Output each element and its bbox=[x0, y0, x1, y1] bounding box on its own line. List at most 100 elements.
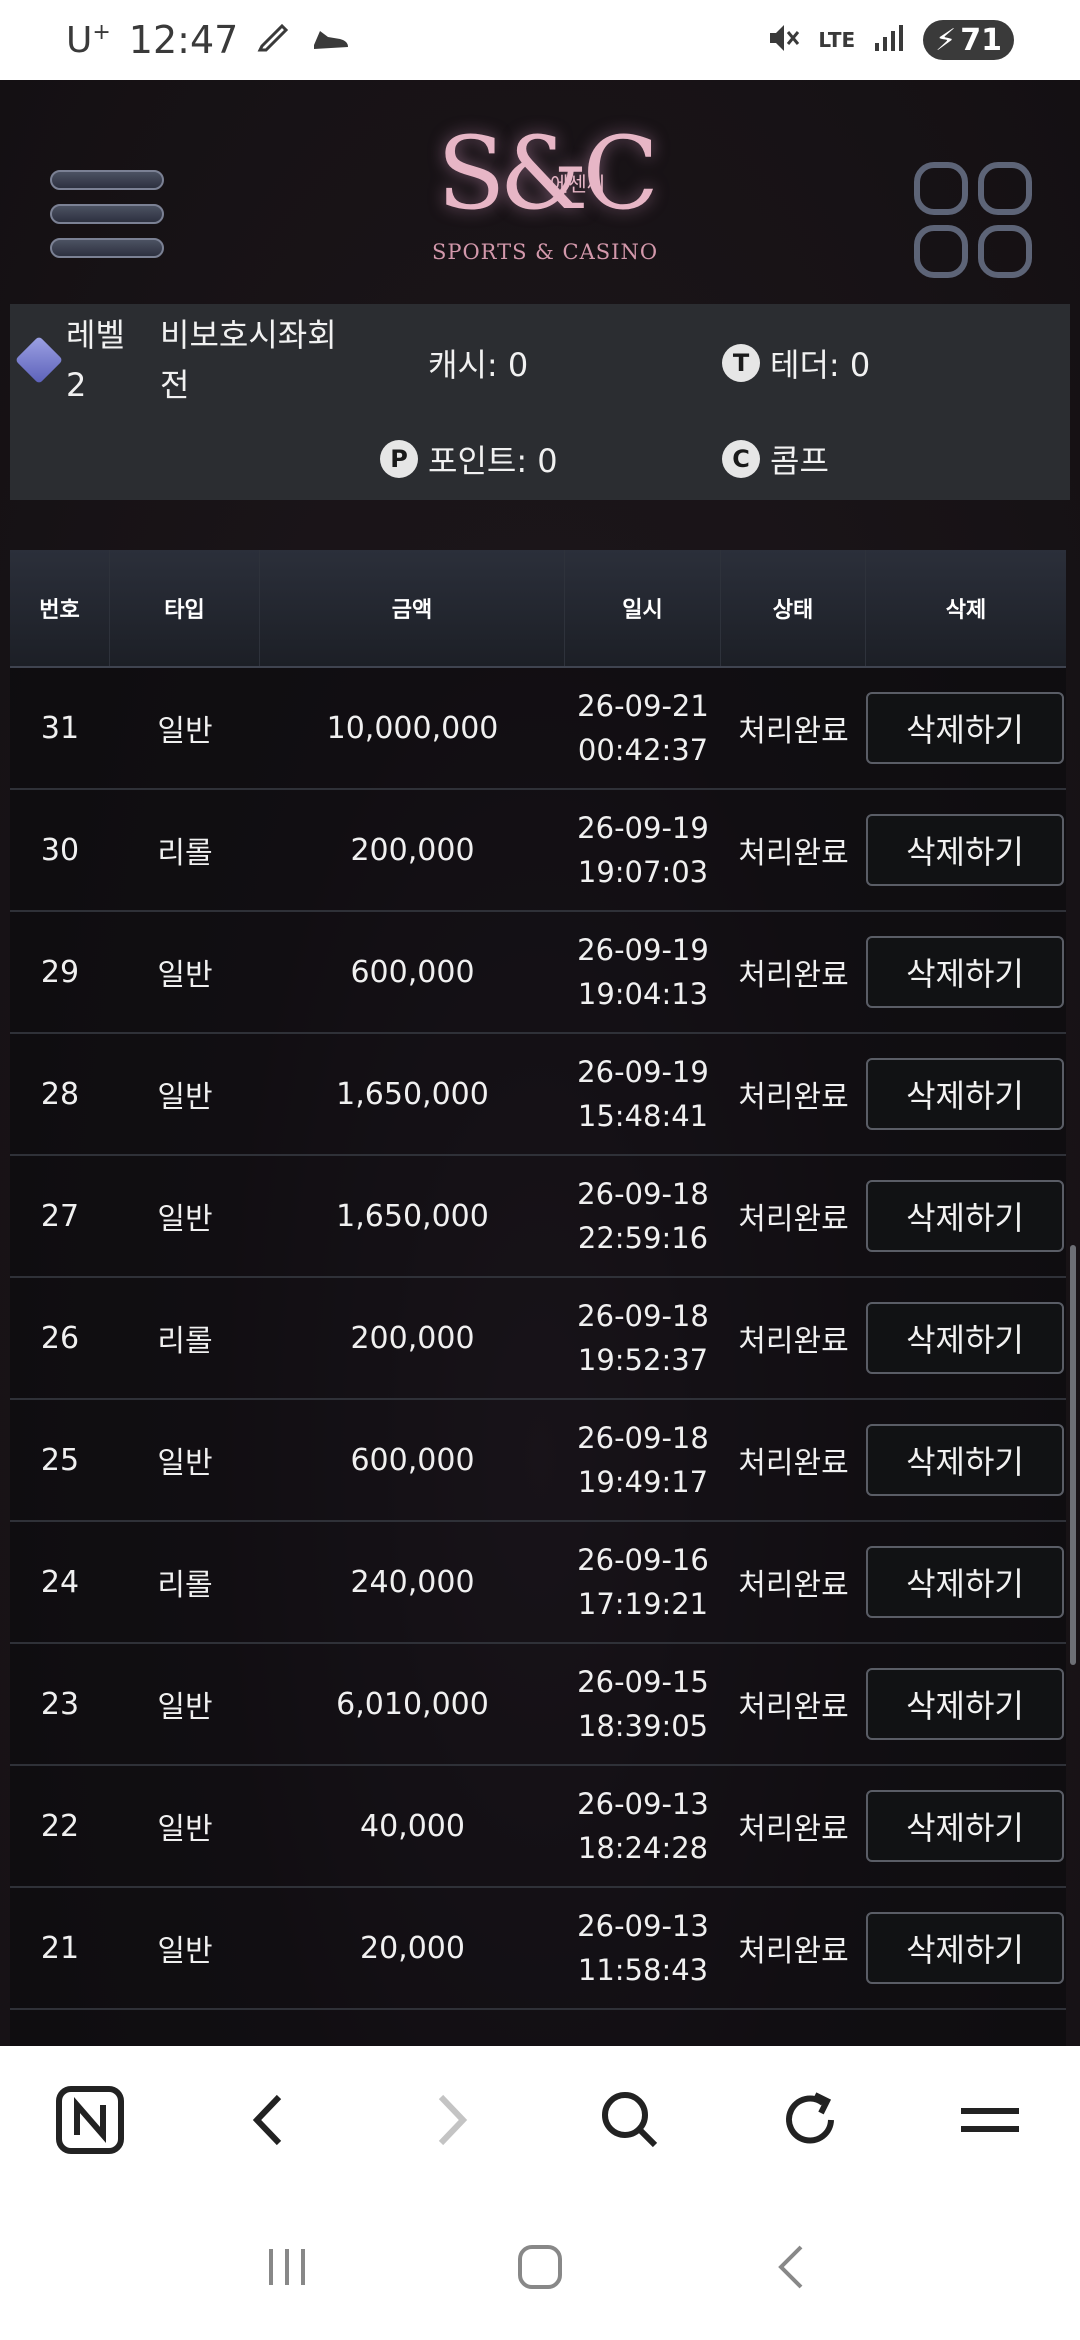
row-time: 19:49:17 bbox=[577, 1465, 709, 1499]
row-action-cell: 삭제하기 bbox=[866, 1790, 1066, 1862]
table-row: 31 일반 10,000,000 26-09-21 00:42:37 처리완료 삭제하기 bbox=[10, 668, 1066, 790]
row-datetime: 26-09-13 11:58:43 bbox=[565, 1904, 721, 1992]
row-status: 처리완료 bbox=[738, 714, 849, 749]
delete-button[interactable]: 삭제하기 bbox=[866, 1302, 1064, 1374]
table-row: 26 리롤 200,000 26-09-18 19:52:37 처리완료 삭제하기 bbox=[10, 1278, 1066, 1400]
recent-apps-button[interactable] bbox=[247, 2227, 327, 2307]
row-amount: 600,000 bbox=[350, 1442, 475, 1478]
row-amount: 40,000 bbox=[360, 1808, 465, 1844]
menu-icon bbox=[961, 2108, 1019, 2132]
charging-icon: ⚡ bbox=[935, 22, 957, 58]
hamburger-menu-button[interactable] bbox=[50, 170, 164, 266]
row-type: 일반 bbox=[157, 1934, 213, 1969]
row-action-cell: 삭제하기 bbox=[866, 1302, 1066, 1374]
logo-subtitle: SPORTS & CASINO bbox=[431, 240, 659, 264]
row-time: 18:24:28 bbox=[577, 1831, 709, 1865]
delete-button[interactable]: 삭제하기 bbox=[866, 1180, 1064, 1252]
system-back-button[interactable] bbox=[753, 2227, 833, 2307]
header-status: 상태 bbox=[721, 550, 866, 666]
row-type: 일반 bbox=[157, 1690, 213, 1725]
row-action-cell: 삭제하기 bbox=[866, 1180, 1066, 1252]
row-amount: 10,000,000 bbox=[326, 710, 499, 746]
row-datetime: 26-09-19 15:48:41 bbox=[565, 1050, 721, 1138]
row-date: 26-09-18 bbox=[577, 1177, 709, 1211]
row-datetime: 26-09-19 19:04:13 bbox=[565, 928, 721, 1016]
grid-menu-button[interactable] bbox=[914, 162, 1032, 278]
table-row: 28 일반 1,650,000 26-09-19 15:48:41 처리완료 삭제하기 bbox=[10, 1034, 1066, 1156]
row-datetime: 26-09-16 17:19:21 bbox=[565, 1538, 721, 1626]
table-body: 31 일반 10,000,000 26-09-21 00:42:37 처리완료 삭제하기 30… bbox=[10, 668, 1066, 2010]
row-number: 24 bbox=[40, 1564, 80, 1600]
signal-icon bbox=[873, 23, 905, 57]
row-date: 26-09-18 bbox=[577, 1421, 709, 1455]
row-type: 리롤 bbox=[157, 1568, 213, 1603]
row-date: 26-09-16 bbox=[577, 1543, 709, 1577]
row-number: 28 bbox=[40, 1076, 80, 1112]
row-datetime: 26-09-21 00:42:37 bbox=[565, 684, 721, 772]
level-info: 레벨 2 bbox=[14, 310, 125, 410]
recent-apps-icon bbox=[268, 2249, 305, 2285]
table-row: 24 리롤 240,000 26-09-16 17:19:21 처리완료 삭제하기 bbox=[10, 1522, 1066, 1644]
delete-button[interactable]: 삭제하기 bbox=[866, 1546, 1064, 1618]
browser-toolbar bbox=[0, 2046, 1080, 2194]
delete-button[interactable]: 삭제하기 bbox=[866, 692, 1064, 764]
system-nav-bar bbox=[0, 2194, 1080, 2340]
point-balance: P 포인트: 0 bbox=[380, 436, 558, 482]
refresh-button[interactable] bbox=[765, 2075, 855, 2165]
naver-home-button[interactable] bbox=[45, 2075, 135, 2165]
row-action-cell: 삭제하기 bbox=[866, 1546, 1066, 1618]
row-status: 처리완료 bbox=[738, 1934, 849, 1969]
header-number: 번호 bbox=[10, 550, 110, 666]
row-number: 22 bbox=[40, 1808, 80, 1844]
browser-menu-button[interactable] bbox=[945, 2075, 1035, 2165]
back-button[interactable] bbox=[225, 2075, 315, 2165]
brand-logo[interactable]: S&C 에센씨 SPORTS & CASINO bbox=[430, 114, 660, 294]
row-status: 처리완료 bbox=[738, 836, 849, 871]
home-button[interactable] bbox=[500, 2227, 580, 2307]
row-datetime: 26-09-18 19:52:37 bbox=[565, 1294, 721, 1382]
row-amount: 200,000 bbox=[350, 832, 475, 868]
row-amount: 200,000 bbox=[350, 1320, 475, 1356]
forward-button[interactable] bbox=[405, 2075, 495, 2165]
delete-button[interactable]: 삭제하기 bbox=[866, 814, 1064, 886]
search-button[interactable] bbox=[585, 2075, 675, 2165]
comp-link[interactable]: C 콤프 bbox=[722, 436, 829, 482]
forward-icon bbox=[438, 2094, 468, 2146]
row-status: 처리완료 bbox=[738, 958, 849, 993]
delete-button[interactable]: 삭제하기 bbox=[866, 1424, 1064, 1496]
row-datetime: 26-09-19 19:07:03 bbox=[565, 806, 721, 894]
delete-button[interactable]: 삭제하기 bbox=[866, 1790, 1064, 1862]
delete-button[interactable]: 삭제하기 bbox=[866, 1912, 1064, 1984]
tether-icon: T bbox=[722, 344, 760, 382]
row-type: 리롤 bbox=[157, 1324, 213, 1359]
delete-button[interactable]: 삭제하기 bbox=[866, 1668, 1064, 1740]
row-action-cell: 삭제하기 bbox=[866, 692, 1066, 764]
row-type: 일반 bbox=[157, 958, 213, 993]
table-row: 23 일반 6,010,000 26-09-15 18:39:05 처리완료 삭제하기 bbox=[10, 1644, 1066, 1766]
table-row: 29 일반 600,000 26-09-19 19:04:13 처리완료 삭제하기 bbox=[10, 912, 1066, 1034]
row-date: 26-09-19 bbox=[577, 811, 709, 845]
level-value: 2 bbox=[66, 366, 87, 404]
row-date: 26-09-19 bbox=[577, 1055, 709, 1089]
delete-button[interactable]: 삭제하기 bbox=[866, 936, 1064, 1008]
row-time: 18:39:05 bbox=[577, 1709, 709, 1743]
row-number: 30 bbox=[40, 832, 80, 868]
page-scrollbar[interactable] bbox=[1070, 1245, 1076, 1665]
delete-button[interactable]: 삭제하기 bbox=[866, 1058, 1064, 1130]
table-row: 25 일반 600,000 26-09-18 19:49:17 처리완료 삭제하기 bbox=[10, 1400, 1066, 1522]
row-time: 00:42:37 bbox=[577, 733, 709, 767]
row-type: 일반 bbox=[157, 1202, 213, 1237]
row-status: 처리완료 bbox=[738, 1202, 849, 1237]
search-icon bbox=[602, 2092, 658, 2148]
row-type: 일반 bbox=[157, 714, 213, 749]
header-amount: 금액 bbox=[260, 550, 565, 666]
row-status: 처리완료 bbox=[738, 1568, 849, 1603]
row-number: 25 bbox=[40, 1442, 80, 1478]
row-date: 26-09-21 bbox=[577, 689, 709, 723]
row-type: 일반 bbox=[157, 1080, 213, 1115]
row-amount: 20,000 bbox=[360, 1930, 465, 1966]
row-date: 26-09-19 bbox=[577, 933, 709, 967]
logo-korean: 에센씨 bbox=[550, 172, 606, 196]
row-date: 26-09-13 bbox=[577, 1787, 709, 1821]
header-datetime: 일시 bbox=[565, 550, 721, 666]
